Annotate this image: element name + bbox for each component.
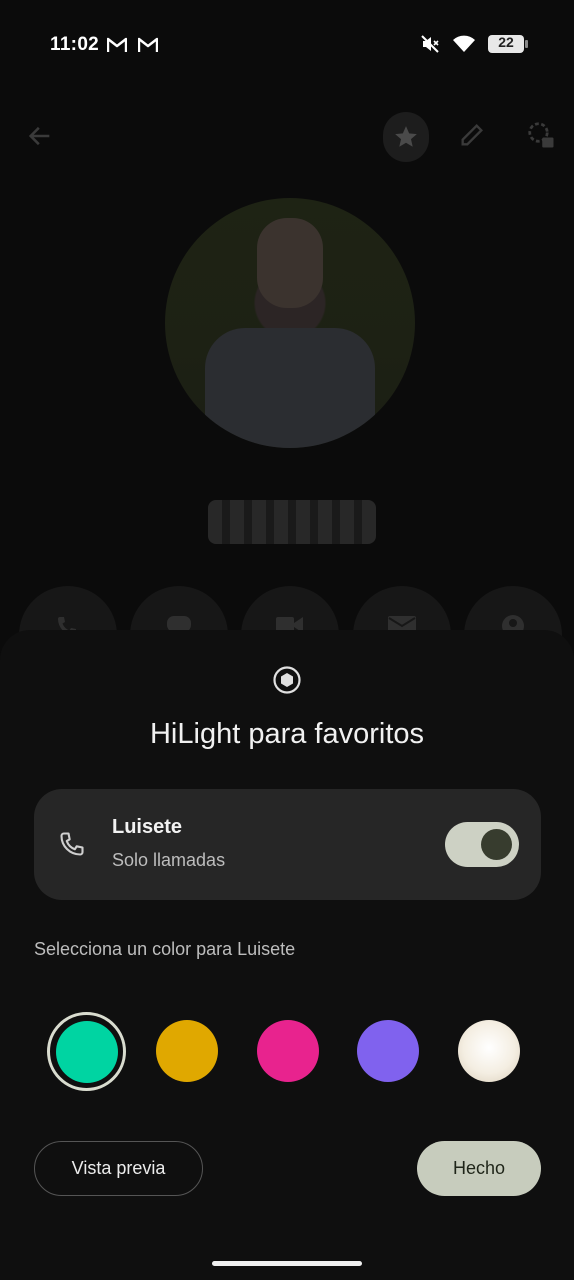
color-swatch-green[interactable] [56, 1021, 118, 1083]
color-swatch-purple[interactable] [357, 1020, 419, 1082]
favorite-star-button[interactable] [383, 112, 429, 162]
done-button[interactable]: Hecho [417, 1141, 541, 1196]
sheet-title: HiLight para favoritos [149, 718, 425, 750]
hilight-badge-icon [273, 666, 301, 694]
contact-name-blurred [208, 500, 376, 544]
color-swatch-yellow[interactable] [156, 1020, 218, 1082]
contact-settings-icon[interactable] [526, 120, 556, 150]
contact-subtitle: Solo llamadas [112, 850, 226, 870]
color-prompt: Selecciona un color para Luisete [34, 939, 296, 959]
back-arrow-icon[interactable] [26, 122, 54, 150]
hilight-toggle[interactable] [445, 822, 519, 867]
home-indicator[interactable] [212, 1261, 362, 1266]
contact-name: Luisete [112, 816, 183, 838]
contact-avatar [165, 198, 415, 448]
color-swatch-pink[interactable] [257, 1020, 319, 1082]
phone-icon [60, 832, 84, 856]
color-swatch-white[interactable] [458, 1020, 520, 1082]
star-icon [395, 126, 417, 147]
edit-pencil-icon[interactable] [458, 121, 486, 149]
toggle-knob [481, 829, 512, 860]
preview-button[interactable]: Vista previa [34, 1141, 203, 1196]
